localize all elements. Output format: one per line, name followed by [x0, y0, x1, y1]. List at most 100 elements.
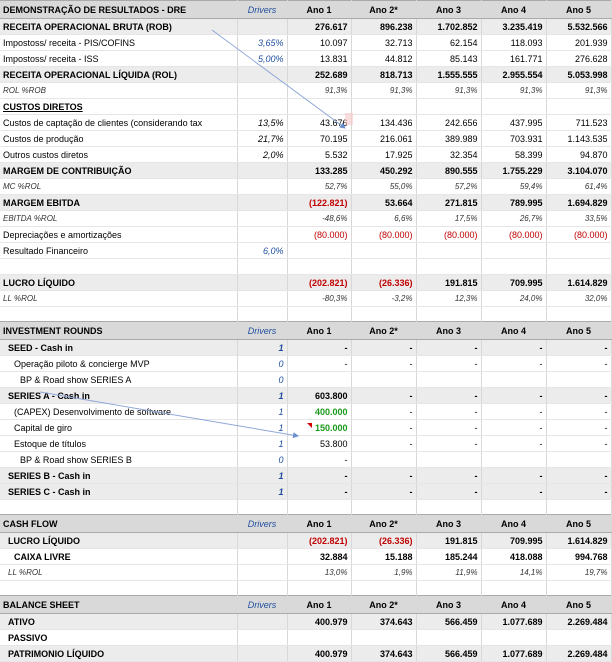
row-label[interactable]: Custos de produção — [0, 130, 238, 147]
value-cell[interactable]: 896.238 — [351, 18, 417, 35]
row-label[interactable]: Impostoss/ receita - ISS — [0, 50, 238, 67]
value-cell[interactable]: 161.771 — [481, 50, 547, 67]
value-cell[interactable]: (26.336) — [351, 274, 417, 291]
row-label[interactable]: ATIVO — [0, 613, 238, 630]
value-cell[interactable]: 789.995 — [481, 194, 547, 211]
cashflow-title[interactable]: CASH FLOW — [0, 514, 238, 533]
driver-cell[interactable]: 0 — [237, 355, 288, 372]
value-cell[interactable]: 1.077.689 — [481, 645, 547, 662]
year-header[interactable]: Ano 5 — [546, 321, 612, 340]
value-cell[interactable]: 134.436 — [351, 114, 417, 131]
balance-title[interactable]: BALANCE SHEET — [0, 595, 238, 614]
value-cell[interactable] — [546, 629, 612, 646]
value-cell[interactable]: 59,4% — [481, 178, 547, 195]
value-cell[interactable]: 389.989 — [416, 130, 482, 147]
value-cell[interactable] — [546, 451, 612, 468]
driver-cell[interactable]: 5,00% — [237, 50, 288, 67]
row-label[interactable]: SERIES A - Cash in — [0, 387, 238, 404]
value-cell[interactable]: (80.000) — [287, 226, 352, 243]
empty-cell[interactable] — [287, 580, 352, 596]
value-cell[interactable]: - — [546, 339, 612, 356]
value-cell[interactable]: 1.614.829 — [546, 532, 612, 549]
year-header[interactable]: Ano 2* — [351, 0, 417, 19]
driver-cell[interactable] — [237, 645, 288, 662]
value-cell[interactable] — [351, 451, 417, 468]
value-cell[interactable]: 566.459 — [416, 613, 482, 630]
year-header[interactable]: Ano 2* — [351, 595, 417, 614]
driver-cell[interactable]: 0 — [237, 371, 288, 388]
row-label[interactable]: (CAPEX) Desenvolvimento de software — [0, 403, 238, 420]
value-cell[interactable] — [287, 242, 352, 259]
value-cell[interactable]: 91,3% — [416, 82, 482, 99]
row-label[interactable]: LUCRO LÍQUIDO — [0, 532, 238, 549]
empty-cell[interactable] — [416, 580, 482, 596]
value-cell[interactable]: - — [287, 467, 352, 484]
value-cell[interactable]: 13.831 — [287, 50, 352, 67]
value-cell[interactable]: - — [481, 403, 547, 420]
empty-cell[interactable] — [416, 499, 482, 515]
driver-cell[interactable]: 6,0% — [237, 242, 288, 259]
value-cell[interactable] — [416, 371, 482, 388]
driver-cell[interactable]: 13,5% — [237, 114, 288, 131]
driver-cell[interactable] — [237, 564, 288, 581]
value-cell[interactable]: 703.931 — [481, 130, 547, 147]
driver-cell[interactable]: 1 — [237, 403, 288, 420]
value-cell[interactable] — [351, 242, 417, 259]
value-cell[interactable]: 1.077.689 — [481, 613, 547, 630]
driver-cell[interactable] — [237, 98, 288, 115]
value-cell[interactable] — [481, 242, 547, 259]
value-cell[interactable]: 1.702.852 — [416, 18, 482, 35]
value-cell[interactable]: - — [546, 467, 612, 484]
row-label[interactable]: SERIES B - Cash in — [0, 467, 238, 484]
value-cell[interactable]: 2.269.484 — [546, 613, 612, 630]
value-cell[interactable]: 26,7% — [481, 210, 547, 227]
value-cell[interactable]: 185.244 — [416, 548, 482, 565]
value-cell[interactable] — [481, 451, 547, 468]
value-cell[interactable]: -80,3% — [287, 290, 352, 307]
empty-cell[interactable] — [351, 580, 417, 596]
value-cell[interactable]: 1.555.555 — [416, 66, 482, 83]
driver-cell[interactable] — [237, 274, 288, 291]
investment-title[interactable]: INVESTMENT ROUNDS — [0, 321, 238, 340]
value-cell[interactable]: 566.459 — [416, 645, 482, 662]
value-cell[interactable]: 709.995 — [481, 274, 547, 291]
driver-cell[interactable] — [237, 210, 288, 227]
row-label[interactable]: LL %ROL — [0, 290, 238, 307]
value-cell[interactable]: 17,5% — [416, 210, 482, 227]
value-cell[interactable]: 57,2% — [416, 178, 482, 195]
value-cell[interactable]: 32,0% — [546, 290, 612, 307]
value-cell[interactable]: - — [351, 339, 417, 356]
value-cell[interactable]: (80.000) — [416, 226, 482, 243]
value-cell[interactable]: 6,6% — [351, 210, 417, 227]
row-label[interactable]: RECEITA OPERACIONAL LÍQUIDA (ROL) — [0, 66, 238, 83]
driver-cell[interactable] — [237, 613, 288, 630]
value-cell[interactable]: - — [287, 451, 352, 468]
value-cell[interactable]: 58.399 — [481, 146, 547, 163]
row-label[interactable] — [0, 258, 238, 275]
value-cell[interactable] — [351, 258, 417, 275]
value-cell[interactable]: 14,1% — [481, 564, 547, 581]
empty-cell[interactable] — [237, 499, 288, 515]
driver-cell[interactable]: 1 — [237, 419, 288, 436]
value-cell[interactable]: 10.097 — [287, 34, 352, 51]
driver-cell[interactable] — [237, 162, 288, 179]
value-cell[interactable]: 709.995 — [481, 532, 547, 549]
year-header[interactable]: Ano 4 — [481, 595, 547, 614]
empty-cell[interactable] — [481, 580, 547, 596]
value-cell[interactable] — [546, 242, 612, 259]
empty-cell[interactable] — [237, 306, 288, 322]
driver-cell[interactable]: 1 — [237, 387, 288, 404]
value-cell[interactable]: 1,9% — [351, 564, 417, 581]
value-cell[interactable]: 3.104.070 — [546, 162, 612, 179]
driver-cell[interactable] — [237, 178, 288, 195]
empty-cell[interactable] — [546, 580, 612, 596]
value-cell[interactable]: 437.995 — [481, 114, 547, 131]
value-cell[interactable]: - — [481, 355, 547, 372]
value-cell[interactable]: - — [481, 339, 547, 356]
value-cell[interactable] — [546, 98, 612, 115]
year-header[interactable]: Ano 4 — [481, 0, 547, 19]
year-header[interactable]: Ano 5 — [546, 514, 612, 533]
value-cell[interactable]: - — [546, 483, 612, 500]
row-label[interactable]: Depreciações e amortizações — [0, 226, 238, 243]
row-label[interactable]: SERIES C - Cash in — [0, 483, 238, 500]
